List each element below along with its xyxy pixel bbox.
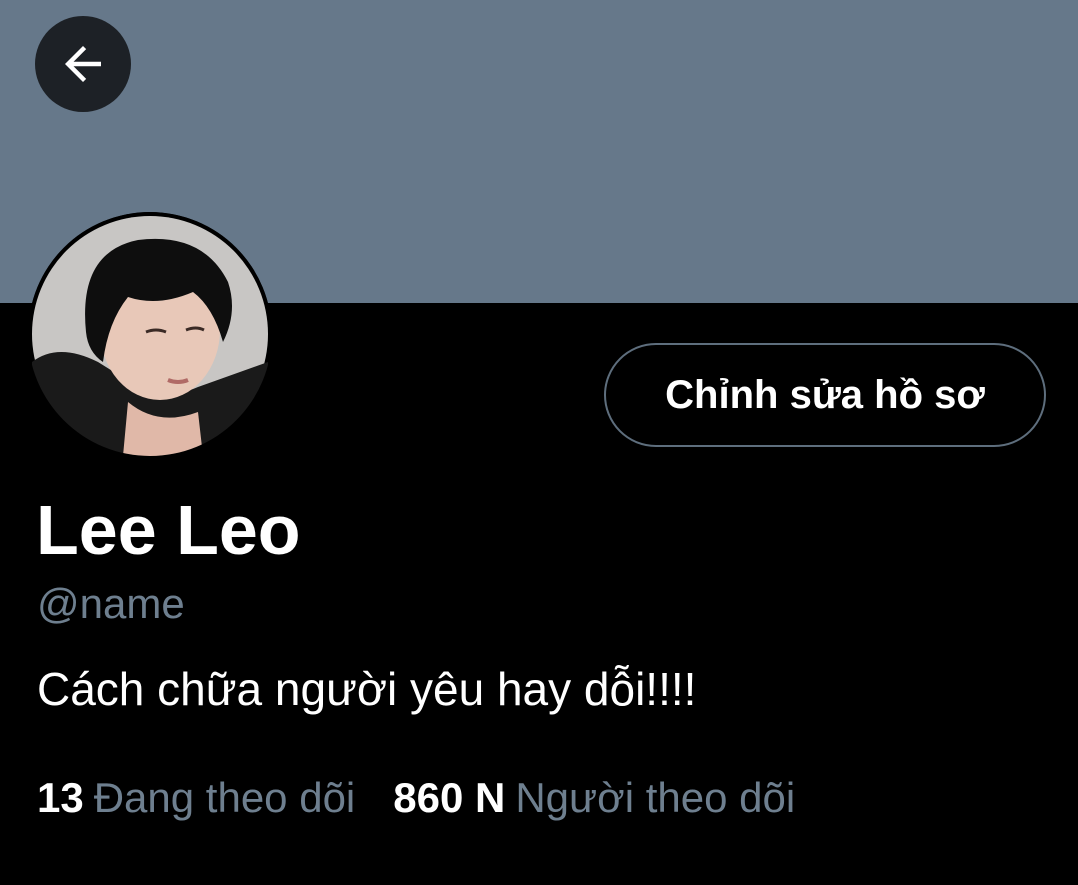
profile-page: Chỉnh sửa hồ sơ Lee Leo @name Cách chữa … — [0, 0, 1078, 885]
avatar-photo — [28, 212, 272, 456]
following-stat[interactable]: 13 Đang theo dõi — [37, 772, 355, 824]
display-name: Lee Leo — [36, 491, 301, 569]
user-handle: @name — [37, 580, 185, 627]
followers-count: 860 N — [393, 774, 506, 821]
avatar[interactable] — [28, 212, 272, 456]
arrow-left-icon — [65, 46, 101, 82]
following-count: 13 — [37, 774, 84, 821]
profile-bio: Cách chữa người yêu hay dỗi!!!! — [37, 663, 697, 715]
followers-label: Người theo dõi — [515, 774, 796, 821]
edit-profile-button[interactable]: Chỉnh sửa hồ sơ — [604, 343, 1046, 447]
following-label: Đang theo dõi — [93, 774, 356, 821]
profile-stats: 13 Đang theo dõi 860 N Người theo dõi — [37, 772, 833, 824]
followers-stat[interactable]: 860 N Người theo dõi — [393, 772, 795, 824]
back-button[interactable] — [35, 16, 131, 112]
